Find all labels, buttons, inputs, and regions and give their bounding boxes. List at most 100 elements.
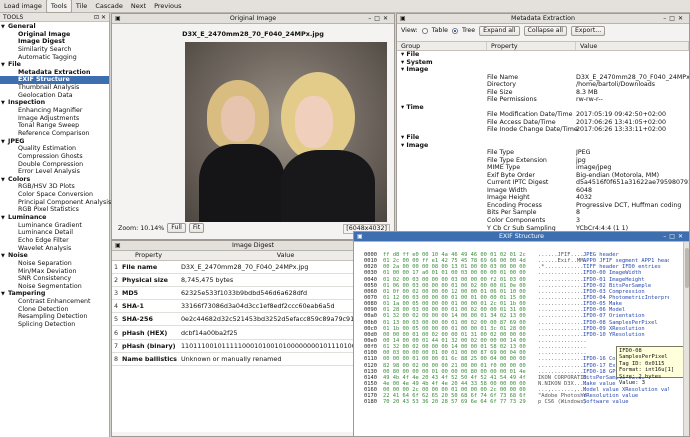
expand-arrow-icon[interactable]: ▼ <box>1 139 8 147</box>
tool-item[interactable]: Clone Detection <box>0 306 109 314</box>
tool-category[interactable]: ▼ General <box>0 23 109 31</box>
col-property[interactable]: Property <box>487 42 576 50</box>
tree-label[interactable]: Tree <box>462 27 475 34</box>
tool-category[interactable]: ▼ Noise <box>0 252 109 260</box>
menu-previous[interactable]: Previous <box>150 0 185 12</box>
dock-close-icon[interactable]: ⊡ ✕ <box>94 14 106 21</box>
tree-radio[interactable] <box>452 27 459 34</box>
tool-item[interactable]: Geolocation Data <box>0 92 109 100</box>
export-button[interactable]: Export... <box>571 25 606 36</box>
metadata-row[interactable]: File Permissions rw-rw-r-- <box>397 96 689 104</box>
tool-category[interactable]: ▼ Tampering <box>0 290 109 298</box>
metadata-row[interactable]: Color Components 3 <box>397 217 689 225</box>
tool-item[interactable]: Compression Ghosts <box>0 153 109 161</box>
metadata-row[interactable]: File Inode Change Date/Time 2017:06:26 13… <box>397 126 689 134</box>
tool-item[interactable]: RGB/HSV 3D Plots <box>0 183 109 191</box>
metadata-row[interactable]: File Access Date/Time 2017:06:26 13:41:05… <box>397 119 689 127</box>
tool-category[interactable]: ▼ JPEG <box>0 138 109 146</box>
metadata-row[interactable]: ▾ File <box>397 51 689 59</box>
menu-tools[interactable]: Tools <box>45 0 72 13</box>
hex-row[interactable]: 0180 70 20 43 53 36 20 28 57 69 6e 64 6f … <box>364 399 669 405</box>
tool-item[interactable]: Min/Max Deviation <box>0 268 109 276</box>
tool-item[interactable]: Double Compression <box>0 161 109 169</box>
metadata-row[interactable]: Exif Byte Order Big-endian (Motorola, MM) <box>397 172 689 180</box>
tool-item[interactable]: Echo Edge Filter <box>0 237 109 245</box>
table-label[interactable]: Table <box>432 27 448 34</box>
metadata-row[interactable]: Image Width 6048 <box>397 187 689 195</box>
metadata-row[interactable]: Bits Per Sample 8 <box>397 209 689 217</box>
table-row[interactable]: 2 Physical size 8,745,475 bytes <box>112 273 394 287</box>
metadata-row[interactable]: File Name D3X_E_2470mm28_70_F040_24MPx.jp <box>397 74 689 82</box>
menu-tile[interactable]: Tile <box>72 0 91 12</box>
tool-item[interactable]: RGB Pixel Statistics <box>0 206 109 214</box>
tool-item[interactable]: SNR Consistency <box>0 275 109 283</box>
tool-item[interactable]: Luminance Detail <box>0 229 109 237</box>
tool-item[interactable]: Tonal Range Sweep <box>0 122 109 130</box>
tool-item[interactable]: Automatic Tagging <box>0 54 109 62</box>
menu-load-image[interactable]: Load image <box>0 0 46 12</box>
tool-category[interactable]: ▼ Inspection <box>0 99 109 107</box>
expand-arrow-icon[interactable]: ▼ <box>1 62 8 70</box>
expand-arrow-icon[interactable]: ▼ <box>1 291 8 299</box>
tool-item[interactable]: EXIF Structure <box>0 76 109 85</box>
col-group[interactable]: Group <box>397 42 487 50</box>
tool-item[interactable]: Error Level Analysis <box>0 168 109 176</box>
scroll-thumb[interactable] <box>685 248 689 288</box>
window-menu-icon[interactable]: ▣ <box>357 232 363 241</box>
fit-button[interactable]: Fit <box>188 223 205 233</box>
full-button[interactable]: Full <box>167 223 186 233</box>
tool-item[interactable]: Similarity Search <box>0 46 109 54</box>
expand-all-button[interactable]: Expand all <box>479 25 520 36</box>
metadata-row[interactable]: Image Height 4032 <box>397 194 689 202</box>
menu-cascade[interactable]: Cascade <box>91 0 127 12</box>
tool-category[interactable]: ▼ Luminance <box>0 214 109 222</box>
tool-item[interactable]: Splicing Detection <box>0 321 109 329</box>
table-radio[interactable] <box>421 27 428 34</box>
table-row[interactable]: 3 MD5 62325e533f1033b9bdbd546d6a628dfd <box>112 286 394 301</box>
expand-arrow-icon[interactable]: ▼ <box>1 215 8 223</box>
tool-item[interactable]: Quality Estimation <box>0 145 109 153</box>
tool-item[interactable]: Original Image <box>0 31 109 39</box>
tool-item[interactable]: Noise Separation <box>0 260 109 268</box>
expand-arrow-icon[interactable]: ▼ <box>1 24 8 32</box>
col-property[interactable]: Property <box>120 251 177 261</box>
window-controls-icon[interactable]: –□✕ <box>663 14 686 23</box>
table-row[interactable]: 4 SHA-1 33166f73086d3a04d3cc1ef8edf2ccc60e… <box>112 299 394 314</box>
metadata-row[interactable]: ▾ Time <box>397 104 689 112</box>
tool-item[interactable]: Metadata Extraction <box>0 69 109 77</box>
expand-arrow-icon[interactable]: ▼ <box>1 100 8 108</box>
table-row[interactable]: 7 pHash (binary) 1101110010111110001010010… <box>112 339 394 353</box>
metadata-row[interactable]: Directory/home/bartoli/Downloads <box>397 81 689 89</box>
window-controls-icon[interactable]: –□✕ <box>368 14 391 23</box>
metadata-row[interactable]: Current IPTC Digest d5a4516f0f651a31622ae… <box>397 179 689 187</box>
window-titlebar[interactable]: ▣ Image Digest –□✕ <box>112 241 394 251</box>
tool-category[interactable]: ▼ Colors <box>0 176 109 184</box>
window-menu-icon[interactable]: ▣ <box>400 14 406 23</box>
metadata-row[interactable]: File Size 8.3 MB <box>397 89 689 97</box>
metadata-row[interactable]: ▾ System <box>397 59 689 67</box>
tool-item[interactable]: Resampling Detection <box>0 313 109 321</box>
metadata-row[interactable]: File Modification Date/Time 2017:05:19 09… <box>397 111 689 119</box>
tool-item[interactable]: Luminance Gradient <box>0 222 109 230</box>
metadata-row[interactable]: File Type Extension jpg <box>397 157 689 165</box>
photo-viewer[interactable] <box>185 42 387 222</box>
tool-item[interactable]: Reference Comparison <box>0 130 109 138</box>
tool-item[interactable]: Wavelet Analysis <box>0 245 109 253</box>
metadata-row[interactable]: ▾ Image <box>397 66 689 74</box>
window-menu-icon[interactable]: ▣ <box>115 14 121 23</box>
tool-category[interactable]: ▼ File <box>0 61 109 69</box>
tool-item[interactable]: Enhancing Magnifier <box>0 107 109 115</box>
metadata-row[interactable]: File Type JPEG <box>397 149 689 157</box>
window-menu-icon[interactable]: ▣ <box>115 241 121 250</box>
menu-next[interactable]: Next <box>127 0 150 12</box>
metadata-row[interactable]: Encoding Process Progressive DCT, Huffman… <box>397 202 689 210</box>
window-titlebar[interactable]: ▣ EXIF Structure –□✕ <box>354 232 689 242</box>
col-value[interactable]: Value <box>576 42 689 50</box>
window-titlebar[interactable]: ▣ Metadata Extraction –□✕ <box>397 14 689 24</box>
tool-item[interactable]: Thumbnail Analysis <box>0 84 109 92</box>
hex-scrollbar[interactable] <box>683 242 689 436</box>
table-row[interactable]: 5 SHA-256 0e2c44682d32c521453bd3252d5efacc… <box>112 312 394 327</box>
window-controls-icon[interactable]: –□✕ <box>663 232 686 241</box>
hex-viewer[interactable]: 0000 ff d8 ff e0 00 10 4a 46 49 46 00 01 … <box>354 242 689 436</box>
window-titlebar[interactable]: ▣ Original Image –□✕ <box>112 14 394 24</box>
